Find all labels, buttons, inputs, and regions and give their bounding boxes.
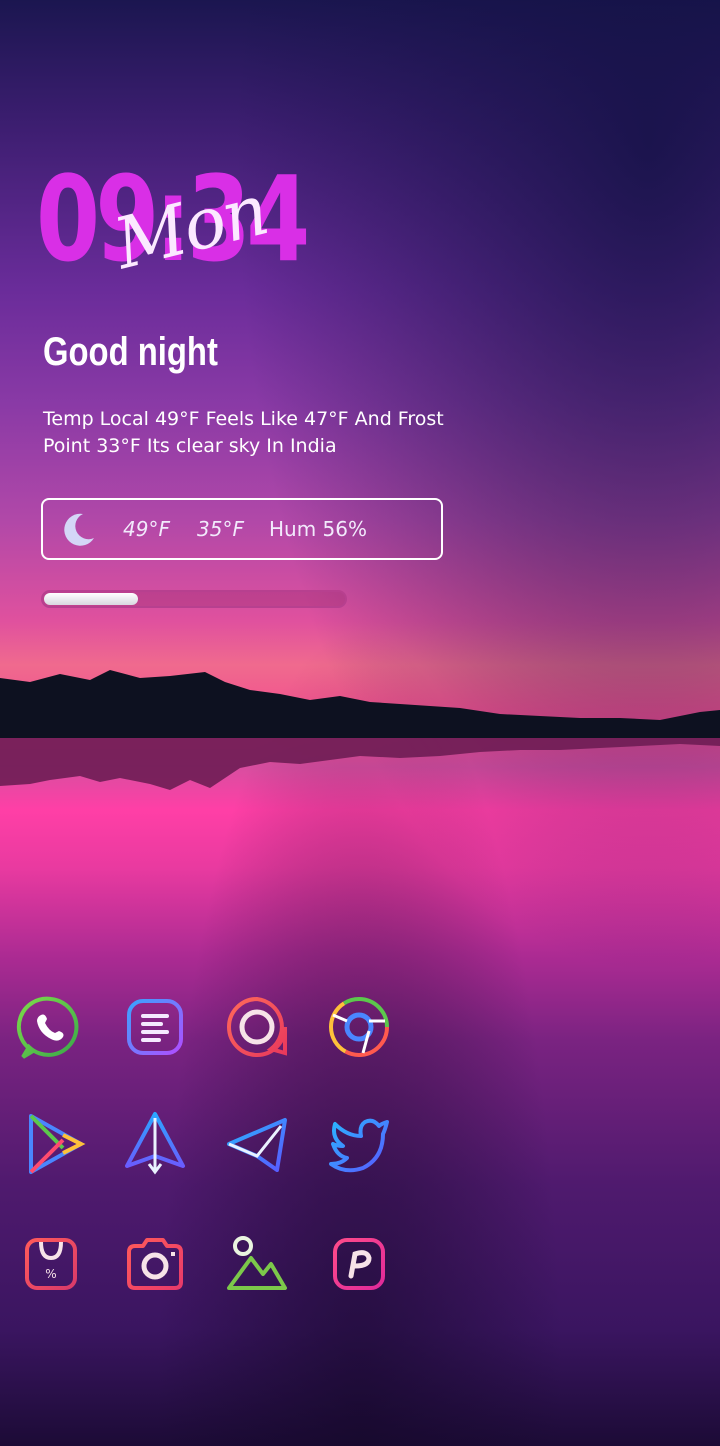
progress-fill — [44, 593, 138, 605]
app-messages[interactable] — [221, 991, 293, 1063]
svg-text:%: % — [45, 1267, 56, 1281]
gallery-icon — [227, 1236, 287, 1290]
app-chrome[interactable] — [323, 991, 395, 1063]
app-telegram[interactable] — [221, 1108, 293, 1180]
mountain-silhouette — [0, 670, 720, 790]
chrome-icon — [329, 997, 389, 1057]
humidity: Hum 56% — [269, 517, 368, 541]
greeting-text: Good night — [43, 330, 218, 374]
app-picsart[interactable] — [323, 1228, 395, 1300]
moon-icon — [64, 513, 94, 546]
temp-high: 49°F — [123, 517, 170, 541]
camera-icon — [127, 1238, 183, 1290]
app-camera[interactable] — [119, 1228, 191, 1300]
chat-bubble-icon — [227, 996, 287, 1057]
app-notes[interactable] — [119, 991, 191, 1063]
battery-progress-bar — [41, 590, 347, 608]
notes-icon — [127, 999, 183, 1055]
clock-widget[interactable]: 09:34 Mon — [36, 160, 336, 300]
play-store-icon — [29, 1114, 86, 1174]
weather-line-1: Temp Local 49°F Feels Like 47°F And Fros… — [43, 408, 444, 430]
app-shop[interactable]: % — [15, 1228, 87, 1300]
temp-low: 35°F — [197, 517, 244, 541]
twitter-icon — [329, 1118, 389, 1173]
weather-widget[interactable]: 49°F 35°F Hum 56% — [41, 498, 443, 560]
paper-plane-icon — [125, 1112, 185, 1175]
app-gallery[interactable] — [221, 1228, 293, 1300]
weather-description: Temp Local 49°F Feels Like 47°F And Fros… — [43, 406, 463, 460]
app-play-store[interactable] — [19, 1108, 91, 1180]
app-send[interactable] — [119, 1108, 191, 1180]
shopping-bag-icon: % — [25, 1238, 77, 1290]
app-twitter[interactable] — [323, 1108, 395, 1180]
weather-line-2: Point 33°F Its clear sky In India — [43, 435, 337, 457]
picsart-icon — [333, 1238, 385, 1290]
app-whatsapp[interactable] — [15, 991, 87, 1063]
whatsapp-icon — [16, 996, 79, 1059]
telegram-icon — [227, 1118, 287, 1172]
